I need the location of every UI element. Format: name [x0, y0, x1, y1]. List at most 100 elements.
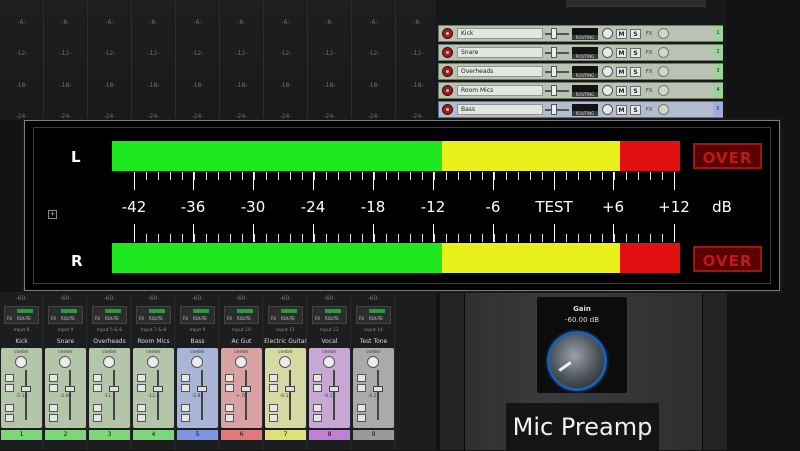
solo-button[interactable] — [5, 384, 14, 392]
track-volume-knob[interactable] — [602, 66, 613, 77]
phase-button[interactable] — [181, 404, 190, 412]
routing-button[interactable]: ROUTING — [572, 92, 598, 97]
channel-name[interactable]: Snare — [44, 338, 87, 345]
fx-button[interactable]: FX — [359, 316, 364, 321]
record-arm-icon[interactable] — [442, 28, 453, 39]
record-arm-icon[interactable] — [5, 414, 14, 422]
pan-knob[interactable] — [323, 356, 335, 368]
channel-fx-route-panel[interactable]: FX ROUTE — [180, 306, 215, 324]
track-fader[interactable] — [551, 85, 557, 96]
phase-button[interactable] — [357, 404, 366, 412]
channel-fader[interactable] — [241, 386, 251, 392]
fx-button[interactable]: FX — [227, 316, 232, 321]
phase-button[interactable] — [5, 404, 14, 412]
route-button[interactable]: ROUTE — [193, 316, 207, 321]
track-name[interactable]: Overheads — [457, 66, 543, 77]
mute-button[interactable]: M — [616, 29, 627, 39]
route-button[interactable]: ROUTE — [105, 316, 119, 321]
fx-button[interactable]: FX — [646, 86, 655, 96]
fx-button[interactable]: FX — [315, 316, 320, 321]
mute-button[interactable] — [181, 374, 190, 382]
channel-fader[interactable] — [197, 386, 207, 392]
channel-input[interactable]: Input 5 & 6 — [88, 328, 131, 333]
route-button[interactable]: ROUTE — [61, 316, 75, 321]
phase-button[interactable] — [269, 404, 278, 412]
route-button[interactable]: ROUTE — [237, 316, 251, 321]
pan-knob[interactable] — [15, 356, 27, 368]
track-fader[interactable] — [551, 66, 557, 77]
track-volume-knob[interactable] — [602, 28, 613, 39]
fx-button[interactable]: FX — [95, 316, 100, 321]
mute-button[interactable] — [49, 374, 58, 382]
channel-fader[interactable] — [329, 386, 339, 392]
solo-button[interactable] — [181, 384, 190, 392]
channel-input[interactable]: Input 9 — [44, 328, 87, 333]
record-arm-icon[interactable] — [313, 414, 322, 422]
channel-name[interactable]: Electric Guitar — [264, 338, 307, 345]
track-volume-knob[interactable] — [602, 104, 613, 115]
pan-knob[interactable] — [367, 356, 379, 368]
route-button[interactable]: ROUTE — [149, 316, 163, 321]
record-arm-icon[interactable] — [49, 414, 58, 422]
record-arm-icon[interactable] — [225, 414, 234, 422]
channel-name[interactable]: Bass — [176, 338, 219, 345]
solo-button[interactable] — [93, 384, 102, 392]
solo-button[interactable] — [269, 384, 278, 392]
channel-fader[interactable] — [65, 386, 75, 392]
mute-button[interactable] — [357, 374, 366, 382]
track-name[interactable]: Kick — [457, 28, 543, 39]
solo-button[interactable] — [225, 384, 234, 392]
channel-input[interactable]: Input 7 & 8 — [132, 328, 175, 333]
power-icon[interactable] — [658, 47, 669, 58]
track-row[interactable]: Bass ROUTING M S FX 5 — [438, 101, 723, 118]
pan-knob[interactable] — [147, 356, 159, 368]
record-arm-icon[interactable] — [181, 414, 190, 422]
solo-button[interactable]: S — [630, 86, 641, 96]
channel-name[interactable]: Overheads — [88, 338, 131, 345]
routing-button[interactable]: ROUTING — [572, 35, 598, 40]
fx-button[interactable]: FX — [646, 105, 655, 115]
route-button[interactable]: ROUTE — [369, 316, 383, 321]
mute-button[interactable] — [137, 374, 146, 382]
channel-input[interactable]: Input 12 — [308, 328, 351, 333]
phase-button[interactable] — [49, 404, 58, 412]
expand-icon[interactable]: + — [48, 210, 57, 219]
channel-fx-route-panel[interactable]: FX ROUTE — [136, 306, 171, 324]
channel-name[interactable]: Ac Gut — [220, 338, 263, 345]
mute-button[interactable] — [313, 374, 322, 382]
solo-button[interactable] — [137, 384, 146, 392]
channel-name[interactable]: Room Mics — [132, 338, 175, 345]
route-button[interactable]: ROUTE — [281, 316, 295, 321]
track-fader[interactable] — [551, 47, 557, 58]
fx-button[interactable]: FX — [51, 316, 56, 321]
fx-button[interactable]: FX — [646, 29, 655, 39]
mute-button[interactable]: M — [616, 105, 627, 115]
channel-fader[interactable] — [21, 386, 31, 392]
mute-button[interactable]: M — [616, 67, 627, 77]
phase-button[interactable] — [225, 404, 234, 412]
solo-button[interactable] — [313, 384, 322, 392]
record-arm-icon[interactable] — [442, 85, 453, 96]
channel-fader[interactable] — [373, 386, 383, 392]
track-name[interactable]: Room Mics — [457, 85, 543, 96]
mute-button[interactable] — [225, 374, 234, 382]
track-volume-knob[interactable] — [602, 47, 613, 58]
channel-fx-route-panel[interactable]: FX ROUTE — [92, 306, 127, 324]
channel-fx-route-panel[interactable]: FX ROUTE — [356, 306, 391, 324]
record-arm-icon[interactable] — [93, 414, 102, 422]
channel-input[interactable]: Input 11 — [264, 328, 307, 333]
solo-button[interactable] — [49, 384, 58, 392]
solo-button[interactable] — [357, 384, 366, 392]
power-icon[interactable] — [658, 104, 669, 115]
track-row[interactable]: Room Mics ROUTING M S FX 4 — [438, 82, 723, 99]
fx-button[interactable]: FX — [183, 316, 188, 321]
fx-button[interactable]: FX — [7, 316, 12, 321]
record-arm-icon[interactable] — [442, 66, 453, 77]
channel-fx-route-panel[interactable]: FX ROUTE — [224, 306, 259, 324]
channel-name[interactable]: Vocal — [308, 338, 351, 345]
track-row[interactable]: Snare ROUTING M S FX 2 — [438, 44, 723, 61]
channel-input[interactable]: Input 14 — [352, 328, 395, 333]
track-name[interactable]: Snare — [457, 47, 543, 58]
solo-button[interactable]: S — [630, 67, 641, 77]
channel-name[interactable]: Kick — [0, 338, 43, 345]
